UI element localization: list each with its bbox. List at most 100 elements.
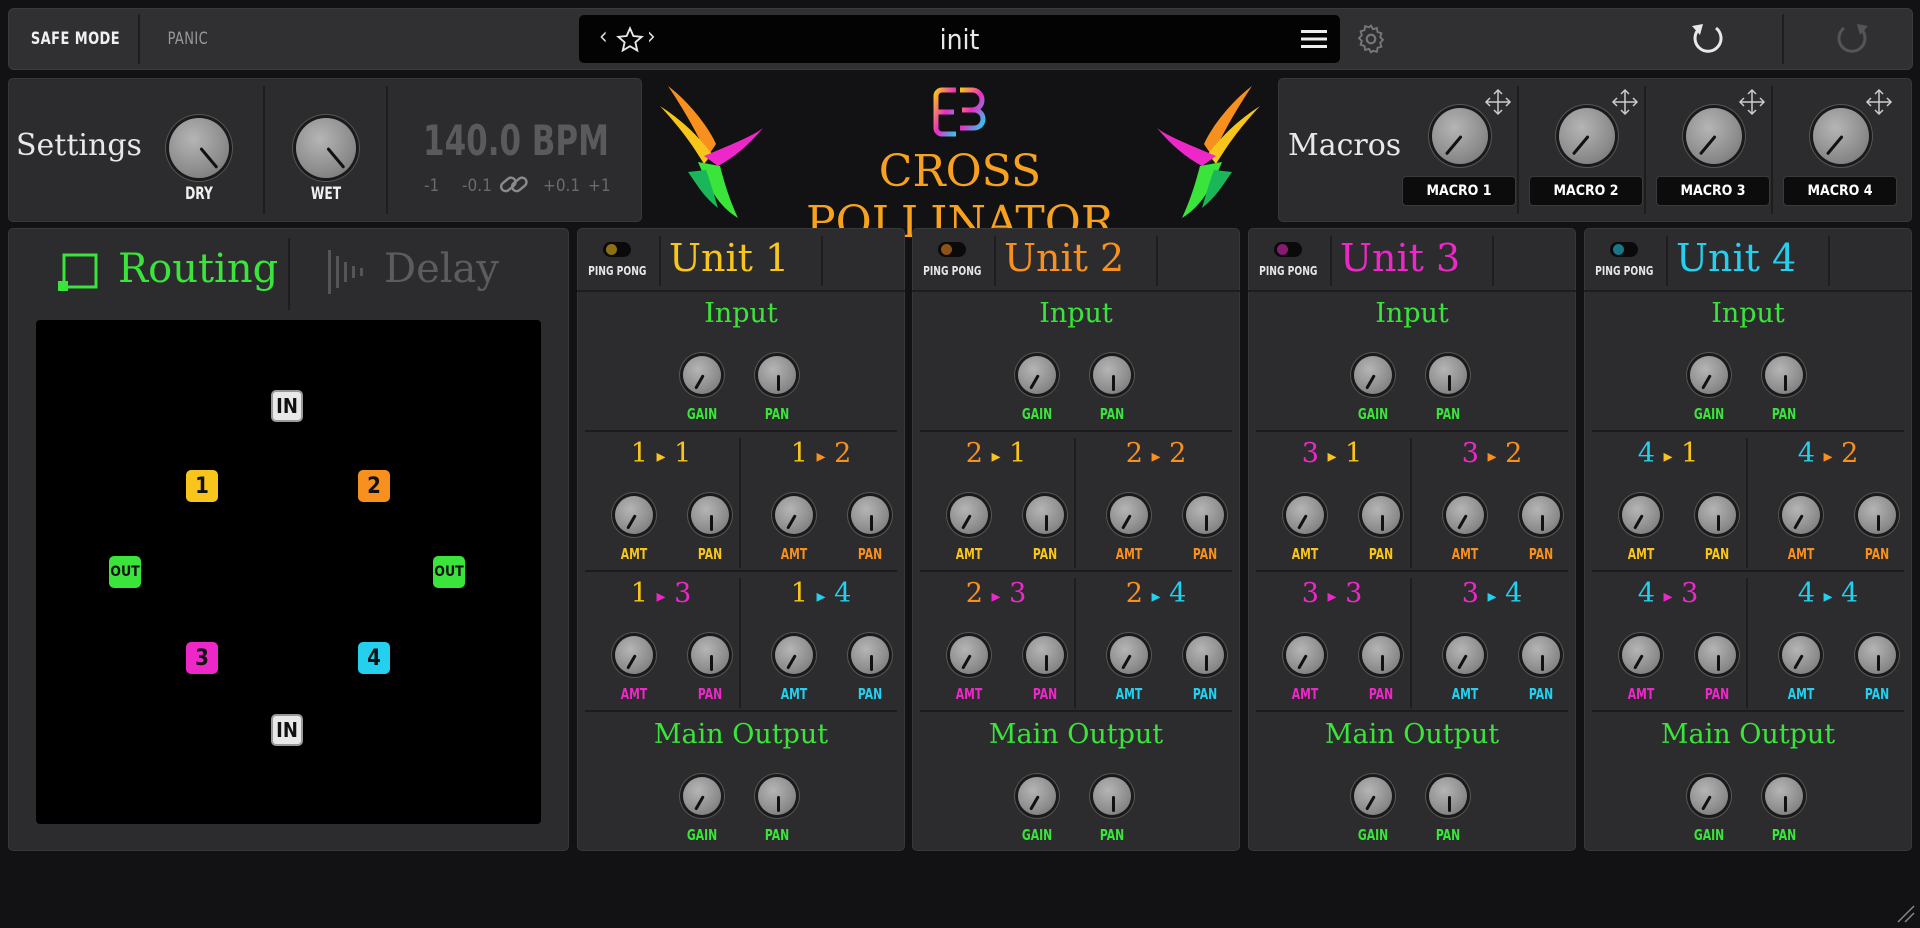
unit-1-input-gain-knob[interactable] bbox=[683, 356, 721, 394]
route-3-to-4-pan-knob[interactable] bbox=[1522, 636, 1560, 674]
unit-3-ping-pong-toggle[interactable] bbox=[1274, 242, 1302, 257]
redo-icon[interactable] bbox=[1832, 20, 1872, 58]
unit-4-input-gain-knob[interactable] bbox=[1690, 356, 1728, 394]
route-2-to-3-pan-knob[interactable] bbox=[1026, 636, 1064, 674]
unit-4-output-pan-knob[interactable] bbox=[1765, 777, 1803, 815]
move-arrows-icon[interactable] bbox=[1738, 88, 1766, 116]
macro-2-knob[interactable] bbox=[1559, 108, 1615, 164]
unit-2-input-pan-knob[interactable] bbox=[1093, 356, 1131, 394]
macro-1-label[interactable]: MACRO 1 bbox=[1402, 176, 1516, 206]
route-4-to-4-amount-knob[interactable] bbox=[1782, 636, 1820, 674]
route-2-to-1-pan-knob[interactable] bbox=[1026, 496, 1064, 534]
unit-2-output-pan-knob[interactable] bbox=[1093, 777, 1131, 815]
unit-4-output-gain-knob[interactable] bbox=[1690, 777, 1728, 815]
unit-1-output-gain-knob[interactable] bbox=[683, 777, 721, 815]
route-1-to-3-pan-knob[interactable] bbox=[691, 636, 729, 674]
route-1-to-1-amount-knob[interactable] bbox=[615, 496, 653, 534]
route-2-to-3-amount-knob[interactable] bbox=[950, 636, 988, 674]
route-2-to-2-pan-knob[interactable] bbox=[1186, 496, 1224, 534]
route-4-to-2-pan-knob[interactable] bbox=[1858, 496, 1896, 534]
unit-3-output-gain-knob[interactable] bbox=[1354, 777, 1392, 815]
routing-canvas[interactable]: IN 1 2 OUT OUT 3 4 IN bbox=[36, 320, 541, 824]
routing-node-in-top[interactable]: IN bbox=[271, 390, 303, 422]
route-4-to-1-amount-knob[interactable] bbox=[1622, 496, 1660, 534]
route-2-to-4-amount-knob[interactable] bbox=[1110, 636, 1148, 674]
divider bbox=[1256, 430, 1568, 432]
unit-2-output-gain-knob[interactable] bbox=[1018, 777, 1056, 815]
tab-delay[interactable]: Delay bbox=[384, 246, 499, 292]
route-1-to-2-amount-knob[interactable] bbox=[775, 496, 813, 534]
route-4-to-3-pan-knob[interactable] bbox=[1698, 636, 1736, 674]
routing-node-unit-1[interactable]: 1 bbox=[186, 470, 218, 502]
divider bbox=[1410, 578, 1412, 708]
unit-1-input-pan-knob[interactable] bbox=[758, 356, 796, 394]
amt-label: AMT bbox=[955, 685, 983, 703]
bpm-display[interactable]: 140.0 BPM bbox=[421, 116, 611, 165]
unit-4-ping-pong-toggle[interactable] bbox=[1610, 242, 1638, 257]
menu-icon[interactable] bbox=[1301, 29, 1327, 49]
route-1-to-4-pan-knob[interactable] bbox=[851, 636, 889, 674]
macro-3-label[interactable]: MACRO 3 bbox=[1656, 176, 1770, 206]
unit-3-input-gain-knob[interactable] bbox=[1354, 356, 1392, 394]
route-3-to-2-pan-knob[interactable] bbox=[1522, 496, 1560, 534]
bpm-nudge-plus-01[interactable]: +0.1 bbox=[543, 176, 580, 196]
preset-name[interactable]: init bbox=[579, 23, 1340, 56]
route-3-to-3-pan-knob[interactable] bbox=[1362, 636, 1400, 674]
route-3-to-4-amount-knob[interactable] bbox=[1446, 636, 1484, 674]
route-4-to-1-pan-knob[interactable] bbox=[1698, 496, 1736, 534]
divider bbox=[659, 236, 661, 286]
route-2-to-1-amount-knob[interactable] bbox=[950, 496, 988, 534]
unit-2-input-gain-knob[interactable] bbox=[1018, 356, 1056, 394]
gear-icon[interactable] bbox=[1355, 23, 1387, 55]
move-arrows-icon[interactable] bbox=[1611, 88, 1639, 116]
routing-node-out-left[interactable]: OUT bbox=[109, 556, 141, 588]
unit-4-input-pan-knob[interactable] bbox=[1765, 356, 1803, 394]
pan-label: PAN bbox=[1099, 405, 1125, 423]
undo-icon[interactable] bbox=[1688, 20, 1728, 58]
link-icon[interactable] bbox=[497, 170, 531, 200]
bpm-nudge-minus-1[interactable]: -1 bbox=[424, 176, 439, 196]
unit-1-ping-pong-toggle[interactable] bbox=[603, 242, 631, 257]
route-3-to-3-amount-knob[interactable] bbox=[1286, 636, 1324, 674]
move-arrows-icon[interactable] bbox=[1484, 88, 1512, 116]
route-3-to-1-pan-knob[interactable] bbox=[1362, 496, 1400, 534]
route-2-to-2-amount-knob[interactable] bbox=[1110, 496, 1148, 534]
bpm-nudge-minus-01[interactable]: -0.1 bbox=[462, 176, 492, 196]
route-1-to-4-amount-knob[interactable] bbox=[775, 636, 813, 674]
macro-1-knob[interactable] bbox=[1432, 108, 1488, 164]
route-3-to-1-amount-knob[interactable] bbox=[1286, 496, 1324, 534]
ping-pong-label: PING PONG bbox=[923, 264, 982, 278]
route-2-to-4-pan-knob[interactable] bbox=[1186, 636, 1224, 674]
tab-routing[interactable]: Routing bbox=[118, 246, 278, 292]
routing-node-unit-2[interactable]: 2 bbox=[358, 470, 390, 502]
route-4-to-3-amount-knob[interactable] bbox=[1622, 636, 1660, 674]
unit-1-output-pan-knob[interactable] bbox=[758, 777, 796, 815]
safe-mode-button[interactable]: SAFE MODE bbox=[14, 8, 136, 70]
dry-label: DRY bbox=[185, 184, 213, 204]
unit-3-output-pan-knob[interactable] bbox=[1429, 777, 1467, 815]
macro-4-label[interactable]: MACRO 4 bbox=[1783, 176, 1897, 206]
route-4-to-2-amount-knob[interactable] bbox=[1782, 496, 1820, 534]
wet-knob[interactable] bbox=[296, 118, 356, 178]
macro-4-knob[interactable] bbox=[1813, 108, 1869, 164]
bpm-nudge-plus-1[interactable]: +1 bbox=[588, 176, 611, 196]
macro-3-knob[interactable] bbox=[1686, 108, 1742, 164]
unit-2-ping-pong-toggle[interactable] bbox=[938, 242, 966, 257]
routing-node-out-right[interactable]: OUT bbox=[433, 556, 465, 588]
resize-grip-icon[interactable] bbox=[1896, 904, 1916, 924]
routing-node-in-bottom[interactable]: IN bbox=[271, 714, 303, 746]
macro-2-label[interactable]: MACRO 2 bbox=[1529, 176, 1643, 206]
route-1-to-1-pan-knob[interactable] bbox=[691, 496, 729, 534]
move-arrows-icon[interactable] bbox=[1865, 88, 1893, 116]
route-4-to-4-pan-knob[interactable] bbox=[1858, 636, 1896, 674]
dry-knob[interactable] bbox=[169, 118, 229, 178]
route-1-to-3-amount-knob[interactable] bbox=[615, 636, 653, 674]
route-3-to-2-title: 3 ▸ 2 bbox=[1461, 438, 1523, 469]
route-3-to-2-amount-knob[interactable] bbox=[1446, 496, 1484, 534]
pan-label: PAN bbox=[857, 685, 883, 703]
routing-node-unit-4[interactable]: 4 bbox=[358, 642, 390, 674]
routing-node-unit-3[interactable]: 3 bbox=[186, 642, 218, 674]
unit-3-input-pan-knob[interactable] bbox=[1429, 356, 1467, 394]
panic-button[interactable]: PANIC bbox=[148, 8, 228, 70]
route-1-to-2-pan-knob[interactable] bbox=[851, 496, 889, 534]
